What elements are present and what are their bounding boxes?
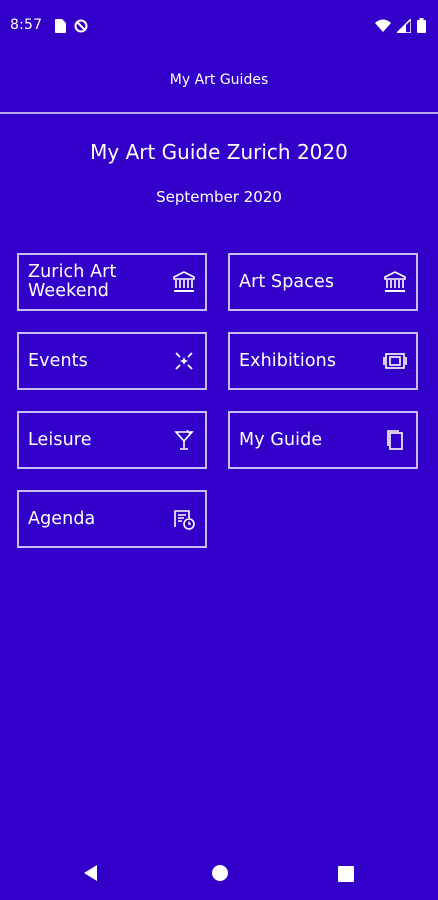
no-sync-icon — [74, 18, 88, 37]
sim-card-icon — [54, 18, 66, 37]
tile-exhibitions[interactable]: Exhibitions — [228, 332, 418, 390]
tile-leisure[interactable]: Leisure — [17, 411, 207, 469]
tile-zurich-art-weekend[interactable]: Zurich Art Weekend — [17, 253, 207, 311]
exhibition-frame-icon — [382, 348, 408, 374]
tile-events[interactable]: Events — [17, 332, 207, 390]
tile-label: Zurich Art Weekend — [28, 262, 117, 301]
status-bar: 8:57 — [0, 0, 438, 52]
museum-icon — [171, 269, 197, 295]
app-bar-divider — [0, 112, 438, 114]
tile-label: Agenda — [28, 508, 96, 529]
wifi-icon — [375, 18, 391, 37]
home-circle-icon[interactable] — [211, 864, 229, 886]
status-time: 8:57 — [10, 17, 43, 33]
back-triangle-icon[interactable] — [82, 864, 100, 886]
tile-label: Events — [28, 350, 88, 371]
guide-title: My Art Guide Zurich 2020 — [90, 140, 348, 164]
tile-label: Exhibitions — [239, 350, 337, 371]
bookmark-pages-icon — [382, 427, 408, 453]
museum-icon — [382, 269, 408, 295]
tile-label: Leisure — [28, 429, 92, 450]
tile-label: My Guide — [239, 429, 323, 450]
tile-label: Art Spaces — [239, 271, 335, 292]
tile-agenda[interactable]: Agenda — [17, 490, 207, 548]
signal-icon — [395, 17, 412, 37]
system-nav-bar — [0, 848, 438, 900]
tile-art-spaces[interactable]: Art Spaces — [228, 253, 418, 311]
recents-square-icon[interactable] — [338, 866, 354, 886]
battery-icon — [417, 18, 426, 37]
calendar-clock-icon — [171, 506, 197, 532]
guide-date: September 2020 — [156, 188, 282, 206]
tile-my-guide[interactable]: My Guide — [228, 411, 418, 469]
app-bar-title: My Art Guides — [169, 72, 269, 88]
cocktail-icon — [171, 427, 197, 453]
sparkle-icon — [171, 348, 197, 374]
